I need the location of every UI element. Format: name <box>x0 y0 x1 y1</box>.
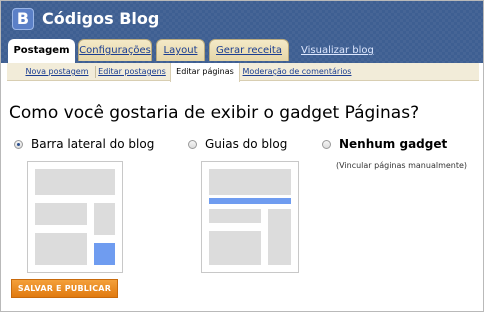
nenhum-gadget-note: (Vincular páginas manualmente) <box>336 161 468 170</box>
blog-title: Códigos Blog <box>42 9 160 28</box>
subtab-editar-paginas[interactable]: Editar páginas <box>170 63 240 82</box>
tab-layout[interactable]: Layout <box>156 39 205 61</box>
radio-nenhum-gadget[interactable] <box>322 140 331 149</box>
preview-content-block <box>209 209 261 223</box>
preview-header-block <box>209 169 291 195</box>
view-blog-link[interactable]: Visualizar blog <box>301 45 374 56</box>
option-label: Nenhum gadget <box>339 137 448 151</box>
option-label: Barra lateral do blog <box>31 137 155 151</box>
radio-barra-lateral[interactable] <box>14 140 23 149</box>
preview-header-block <box>35 169 115 195</box>
preview-content-block <box>35 233 87 265</box>
tabs-layout-preview[interactable] <box>201 161 299 273</box>
preview-content-block <box>35 203 87 225</box>
app-header: B Códigos Blog <box>1 1 483 37</box>
preview-sidebar-block <box>94 203 115 235</box>
option-label: Guias do blog <box>205 137 288 151</box>
blogger-window: B Códigos Blog Postagem Configurações La… <box>0 0 484 312</box>
subtab-editar-postagens[interactable]: Editar postagens <box>96 63 168 81</box>
save-publish-button[interactable]: SALVAR E PUBLICAR <box>11 279 118 298</box>
page-question-heading: Como você gostaria de exibir o gadget Pá… <box>9 103 420 123</box>
tab-postagem[interactable]: Postagem <box>8 39 75 63</box>
radio-guias[interactable] <box>188 140 197 149</box>
sub-tab-bar: Nova postagem Editar postagens Editar pá… <box>7 63 479 82</box>
preview-pages-gadget-block <box>94 243 115 265</box>
main-tab-bar: Postagem Configurações Layout Gerar rece… <box>1 37 483 63</box>
tab-configuracoes[interactable]: Configurações <box>78 39 152 61</box>
tab-gerar-receita[interactable]: Gerar receita <box>209 39 289 61</box>
sidebar-layout-preview[interactable] <box>27 161 123 273</box>
preview-sidebar-block <box>268 209 291 265</box>
blogger-logo-icon: B <box>12 8 34 30</box>
subtab-nova-postagem[interactable]: Nova postagem <box>20 63 94 81</box>
preview-content-block <box>209 231 261 265</box>
subtab-moderacao-comentarios[interactable]: Moderação de comentários <box>242 63 352 81</box>
preview-pages-tabs-block <box>209 198 291 204</box>
